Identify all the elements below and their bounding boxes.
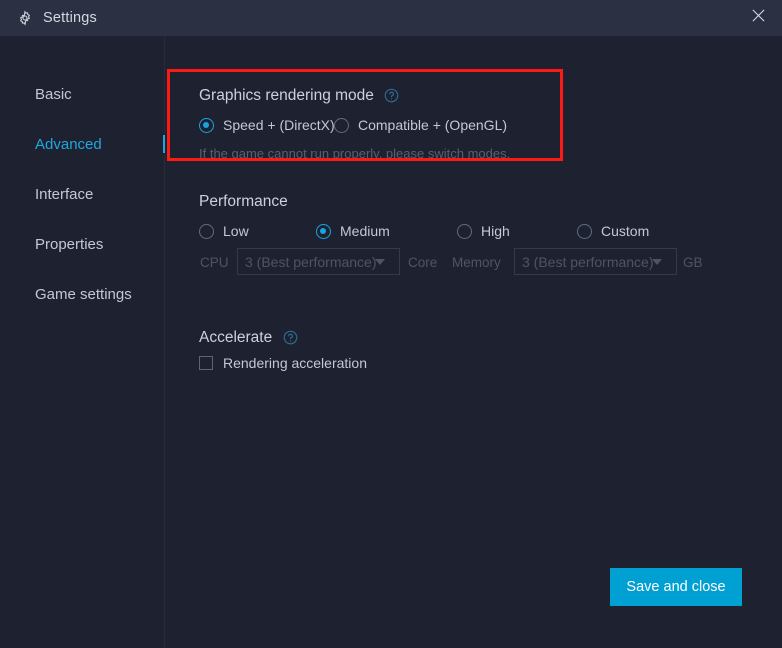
help-circle-icon[interactable] — [283, 330, 298, 345]
radio-label-low: Low — [223, 223, 249, 239]
cpu-label: CPU — [200, 255, 229, 270]
accelerate-section-label: Accelerate — [199, 329, 273, 346]
title-bar: Settings — [0, 0, 782, 36]
main-content: Graphics rendering mode Speed + (DirectX… — [165, 36, 782, 648]
cpu-core-value: 3 (Best performance) — [245, 253, 377, 270]
sidebar-item-advanced[interactable]: Advanced — [35, 136, 102, 153]
radio-dot-medium — [316, 223, 331, 239]
cpu-core-select[interactable]: 3 (Best performance) — [237, 248, 400, 275]
performance-section-label: Performance — [199, 193, 288, 210]
memory-label: Memory — [452, 255, 501, 270]
graphics-hint-text: If the game cannot run properly, please … — [199, 146, 511, 161]
graphics-section-title: Graphics rendering mode — [199, 87, 399, 105]
radio-low[interactable]: Low — [199, 223, 249, 239]
accelerate-section-title: Accelerate — [199, 329, 298, 347]
radio-dot-low — [199, 223, 214, 239]
graphics-section-label: Graphics rendering mode — [199, 87, 374, 104]
radio-high[interactable]: High — [457, 223, 510, 239]
help-circle-icon[interactable] — [384, 88, 399, 103]
radio-label-high: High — [481, 223, 510, 239]
checkbox-box — [199, 356, 213, 370]
radio-compatible-opengl[interactable]: Compatible + (OpenGL) — [334, 117, 507, 133]
radio-dot-custom — [577, 223, 592, 239]
radio-dot-speed — [199, 117, 214, 133]
performance-section-title: Performance — [199, 193, 288, 211]
core-unit-label: Core — [408, 255, 438, 270]
chevron-down-icon — [651, 258, 662, 265]
close-icon — [750, 7, 767, 29]
radio-medium[interactable]: Medium — [316, 223, 390, 239]
radio-dot-compatible — [334, 117, 349, 133]
memory-unit-label: GB — [683, 255, 703, 270]
radio-dot-high — [457, 223, 472, 239]
sidebar-item-game-settings[interactable]: Game settings — [35, 286, 132, 303]
radio-label-speed: Speed + (DirectX) — [223, 117, 335, 133]
radio-custom[interactable]: Custom — [577, 223, 649, 239]
rendering-acceleration-checkbox[interactable]: Rendering acceleration — [199, 355, 367, 371]
sidebar-item-properties[interactable]: Properties — [35, 236, 103, 253]
sidebar: Basic Advanced Interface Properties Game… — [0, 36, 165, 648]
sidebar-item-basic[interactable]: Basic — [35, 86, 72, 103]
sidebar-item-interface[interactable]: Interface — [35, 186, 93, 203]
memory-size-select[interactable]: 3 (Best performance) — [514, 248, 677, 275]
gear-icon — [17, 10, 33, 26]
radio-speed-directx[interactable]: Speed + (DirectX) — [199, 117, 335, 133]
memory-size-value: 3 (Best performance) — [522, 253, 654, 270]
save-and-close-button[interactable]: Save and close — [610, 568, 742, 606]
radio-label-compatible: Compatible + (OpenGL) — [358, 117, 508, 133]
close-button[interactable] — [735, 0, 782, 36]
rendering-acceleration-label: Rendering acceleration — [223, 355, 367, 371]
chevron-down-icon — [374, 258, 385, 265]
radio-label-custom: Custom — [601, 223, 650, 239]
window-title: Settings — [43, 10, 97, 26]
radio-label-medium: Medium — [340, 223, 390, 239]
